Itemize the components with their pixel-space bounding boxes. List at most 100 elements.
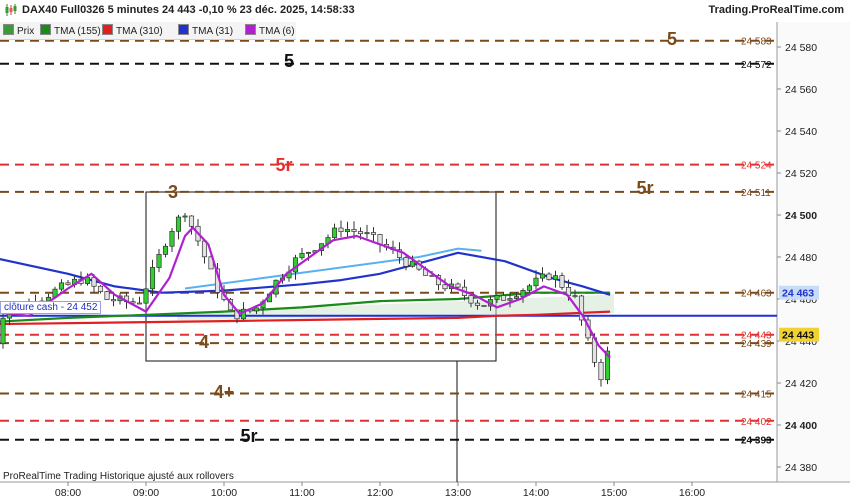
tma155-badge-label: 24 463 [782,288,814,300]
level-label: 5r [275,155,292,175]
brand-label: Trading.ProRealTime.com [708,4,844,16]
level-label: 5 [284,51,294,71]
level-value-label: 24 415 [741,390,772,401]
candle-body [552,275,559,280]
price-badge-label: 24 443 [782,330,814,342]
level-value-label: 24 572 [741,60,772,71]
candle-body [500,295,507,301]
color-swatch-icon [178,24,189,35]
candle-body [58,282,65,290]
level-label: 4 [199,332,209,352]
candle-body [364,232,370,235]
x-tick-label: 12:00 [367,487,393,499]
candle-body [136,302,143,305]
x-tick-label: 08:00 [55,487,81,499]
x-tick-label: 10:00 [211,487,237,499]
y-tick-label: 24 480 [785,252,817,264]
candle-body [149,267,156,290]
level-label: 5 [667,29,677,49]
level-value-label: 24 511 [741,188,771,199]
level-value-label: 24 463 [741,289,772,300]
legend-label: TMA (6) [259,26,295,37]
candle-body [403,257,409,267]
candle-body [481,305,487,307]
candle-body [253,307,260,312]
candle-body [169,230,175,247]
candle-body [0,317,6,345]
candle-icon [5,4,17,16]
candle-body [513,296,520,299]
level-value-label: 24 524 [741,161,772,172]
candle-body [188,215,195,227]
color-swatch-icon [102,24,113,35]
x-tick-label: 14:00 [523,487,549,499]
plot-area [0,22,777,482]
candle-body [409,260,416,267]
legend-item-tma6[interactable]: TMA (6) [245,24,295,37]
candle-body [442,284,448,290]
candle-body [162,245,169,255]
candle-body [331,227,338,238]
zone-label: 3 [168,182,178,202]
candle-body [533,277,539,287]
candle-body [305,252,312,254]
legend-label: TMA (155) [54,26,101,37]
x-tick-label: 09:00 [133,487,159,499]
y-tick-label: 24 500 [785,210,817,222]
y-tick-label: 24 560 [785,84,817,96]
candle-body [104,291,110,300]
candle-body [338,227,344,232]
candle-body [110,299,117,302]
x-tick-label: 11:00 [289,487,315,499]
y-tick-label: 24 580 [785,42,817,54]
footer-note: ProRealTime Trading Historique ajusté au… [3,471,234,482]
legend-item-tma310[interactable]: TMA (310) [102,24,163,37]
candle-body [559,275,565,288]
price-chart[interactable]: 24 580 24 560 24 540 24 520 24 500 24 480 24 4… [0,0,850,500]
candle-body [546,273,552,280]
indicator-legend: Prix TMA (155) TMA (310) TMA (31) TMA (6… [0,22,296,40]
candle-body [598,361,604,381]
x-axis-area [0,482,850,500]
candle-body [175,216,182,232]
candle-body [299,252,305,259]
candle-body [526,285,533,291]
level-value-label: 24 439 [741,339,772,350]
candle-body [370,232,377,235]
level-label: 5r [636,178,653,198]
level-label: 4+ [214,382,235,402]
y-tick-label: 24 380 [785,462,817,474]
y-tick-label: 24 400 [785,420,817,432]
level-value-label: 24 402 [741,417,772,428]
chart-title: DAX40 Full0326 5 minutes 24 443 -0,10 % … [22,4,355,16]
legend-label: TMA (31) [192,26,234,37]
candle-body [572,295,578,297]
legend-item-tma31[interactable]: TMA (31) [178,24,233,37]
candle-body [507,298,513,301]
x-tick-label: 16:00 [679,487,705,499]
x-tick-label: 15:00 [601,487,627,499]
level-value-label: 24 393 [741,436,772,447]
candle-body [344,229,351,232]
candle-body [539,273,546,279]
candle-body [143,288,149,304]
y-tick-label: 24 520 [785,168,817,180]
cash-close-label: clôture cash - 24 452 [0,301,102,314]
level-value-label: 24 583 [741,37,772,48]
legend-item-prix[interactable]: Prix [3,24,34,37]
color-swatch-icon [40,24,51,35]
candle-body [97,285,104,292]
candle-body [474,302,481,306]
candle-icon [3,24,14,35]
legend-label: TMA (310) [116,26,163,37]
candle-body [455,283,461,288]
candle-body [357,231,364,235]
color-swatch-icon [245,24,256,35]
y-tick-label: 24 540 [785,126,817,138]
level-label: 5r [240,426,257,446]
candle-body [351,229,357,232]
chart-header: DAX40 Full0326 5 minutes 24 443 -0,10 % … [0,0,850,22]
legend-label: Prix [17,26,35,37]
legend-item-tma155[interactable]: TMA (155) [40,24,101,37]
candle-body [65,282,71,285]
